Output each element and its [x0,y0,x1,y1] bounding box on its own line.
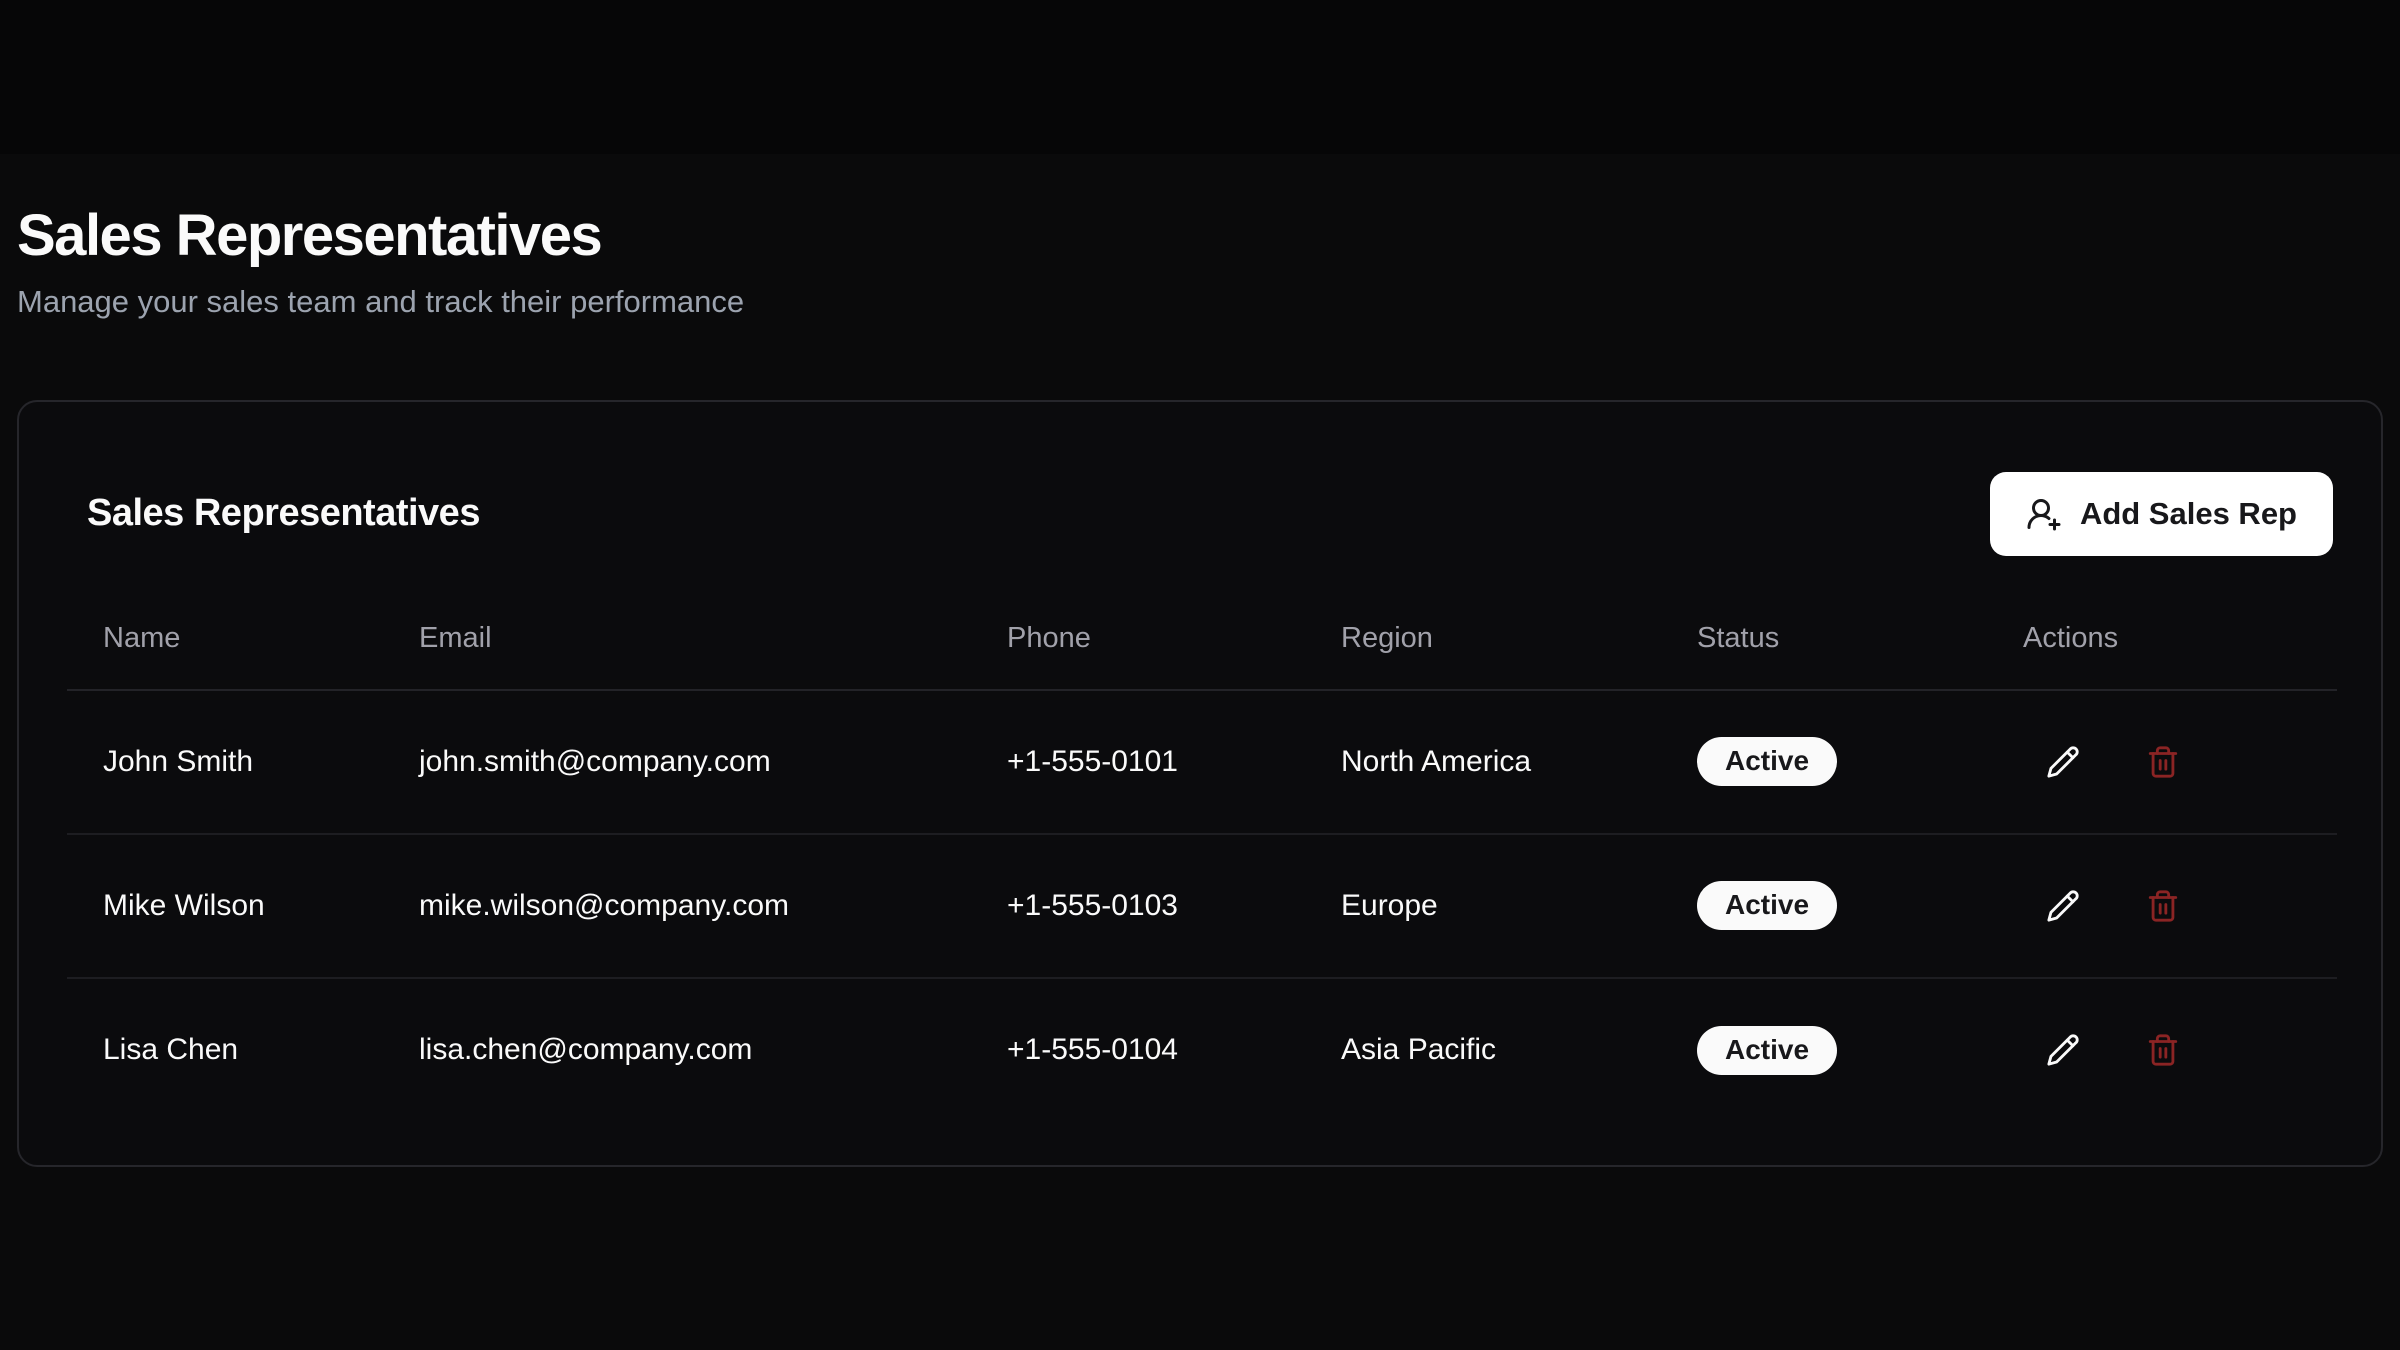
rep-name: Lisa Chen [67,978,383,1122]
rep-email: mike.wilson@company.com [383,834,971,978]
column-header-phone: Phone [971,606,1305,690]
table-row: Lisa Chen lisa.chen@company.com +1-555-0… [67,978,2337,1122]
main-content: Sales Representatives Manage your sales … [0,154,2400,1167]
page-subtitle: Manage your sales team and track their p… [17,284,2383,320]
sales-reps-card: Sales Representatives Add Sales Rep [17,400,2383,1167]
sales-reps-table: Name Email Phone Region Status Actions J… [67,606,2337,1122]
status-badge: Active [1697,737,1837,786]
page-title: Sales Representatives [17,204,2383,268]
edit-button[interactable] [2023,1010,2103,1090]
column-header-region: Region [1305,606,1661,690]
table-header-row: Name Email Phone Region Status Actions [67,606,2337,690]
column-header-actions: Actions [1987,606,2337,690]
status-badge: Active [1697,1026,1837,1075]
delete-button[interactable] [2123,1010,2203,1090]
rep-region: Asia Pacific [1305,978,1661,1122]
status-badge: Active [1697,881,1837,930]
pencil-icon [2046,1033,2080,1067]
rep-name: Mike Wilson [67,834,383,978]
table-row: Mike Wilson mike.wilson@company.com +1-5… [67,834,2337,978]
rep-email: lisa.chen@company.com [383,978,971,1122]
add-sales-rep-label: Add Sales Rep [2080,496,2297,532]
rep-phone: +1-555-0104 [971,978,1305,1122]
rep-name: John Smith [67,690,383,834]
rep-region: North America [1305,690,1661,834]
top-header-band [0,0,2400,154]
rep-phone: +1-555-0103 [971,834,1305,978]
delete-button[interactable] [2123,866,2203,946]
delete-button[interactable] [2123,722,2203,802]
card-header: Sales Representatives Add Sales Rep [67,472,2333,556]
trash-icon [2146,1033,2180,1067]
trash-icon [2146,889,2180,923]
column-header-email: Email [383,606,971,690]
rep-phone: +1-555-0101 [971,690,1305,834]
table-row: John Smith john.smith@company.com +1-555… [67,690,2337,834]
user-plus-icon [2026,496,2062,532]
add-sales-rep-button[interactable]: Add Sales Rep [1990,472,2333,556]
edit-button[interactable] [2023,866,2103,946]
trash-icon [2146,745,2180,779]
column-header-status: Status [1661,606,1987,690]
rep-email: john.smith@company.com [383,690,971,834]
column-header-name: Name [67,606,383,690]
edit-button[interactable] [2023,722,2103,802]
rep-region: Europe [1305,834,1661,978]
card-title: Sales Representatives [67,492,480,535]
pencil-icon [2046,889,2080,923]
pencil-icon [2046,745,2080,779]
